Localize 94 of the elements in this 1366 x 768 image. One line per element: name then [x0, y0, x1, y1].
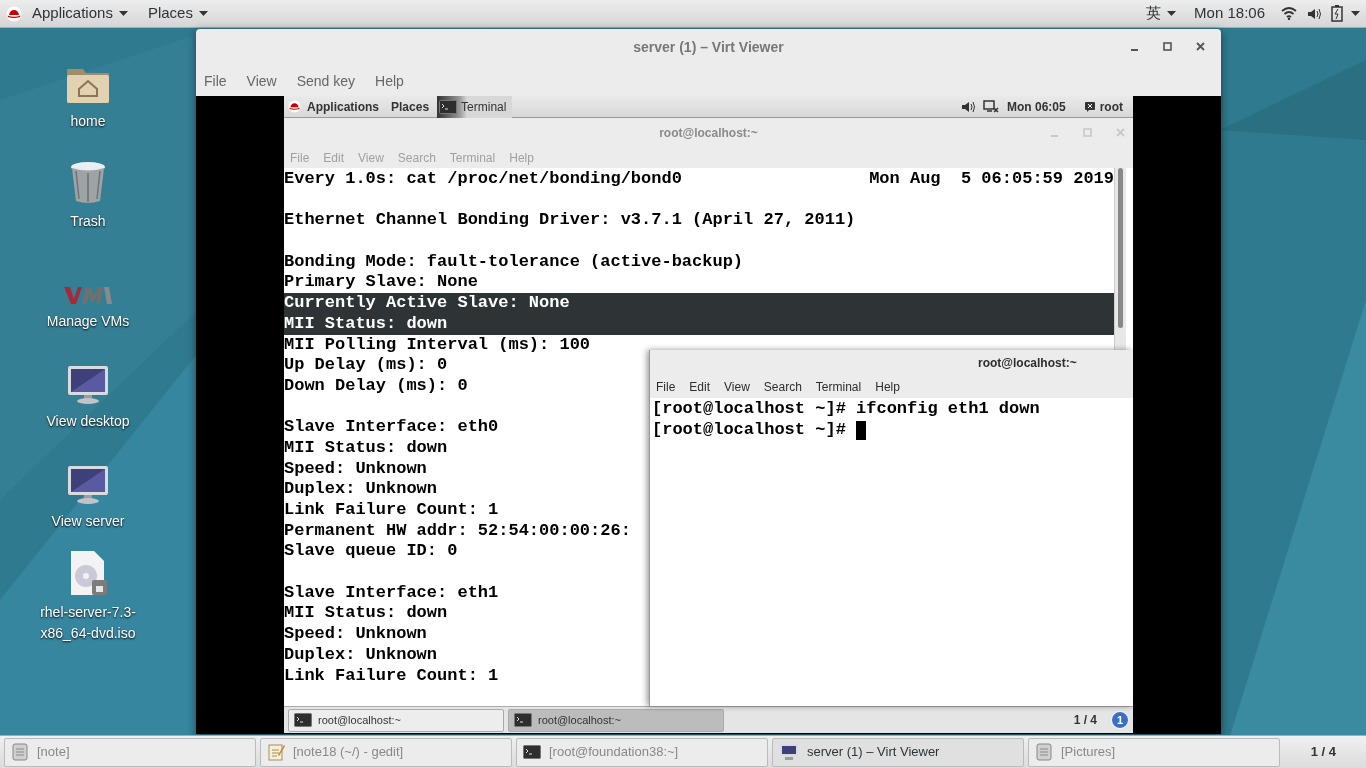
terminal-icon	[514, 713, 532, 727]
document-icon	[1035, 743, 1053, 761]
document-icon	[11, 743, 29, 761]
menu-item[interactable]: View	[724, 377, 750, 396]
caret-icon	[198, 10, 208, 17]
terminal-icon	[294, 713, 312, 727]
terminal-line: MII Status: down	[284, 603, 448, 625]
icon-label: Trash	[69, 212, 107, 231]
taskbar-button[interactable]: root@localhost:~	[288, 708, 504, 732]
notification-badge[interactable]: 1	[1111, 711, 1129, 729]
terminal-line: Down Delay (ms): 0	[284, 375, 468, 397]
icon-label: home	[69, 112, 107, 131]
hat-logo-icon	[288, 100, 301, 113]
top-menu[interactable]: Places	[391, 97, 430, 116]
menu-item[interactable]: Edit	[689, 377, 711, 396]
menu-item[interactable]: Search	[763, 377, 802, 396]
terminal-line: [root@localhost ~]# ifconfig eth1 down	[652, 399, 1040, 420]
close-icon[interactable]	[1196, 42, 1205, 51]
taskbar-button[interactable]: root@localhost:~	[508, 708, 724, 732]
terminal-line: Speed: Unknown	[284, 458, 427, 480]
menu-item[interactable]: View	[246, 70, 277, 92]
terminal-line: Duplex: Unknown	[284, 644, 438, 666]
icon-label: Manage VMs	[45, 312, 131, 331]
wifi-icon[interactable]	[1281, 7, 1297, 20]
desktop-icon[interactable]: View desktop	[28, 350, 148, 432]
taskbar-button[interactable]: [root@foundation38:~]	[516, 737, 768, 767]
terminal-line: Mon Aug 5 06:05:59 2019	[869, 169, 1114, 190]
volume-icon[interactable]	[961, 100, 975, 113]
terminal-line: Permanent HW addr: 52:54:00:00:26:	[284, 520, 631, 542]
scrollbar[interactable]	[1114, 168, 1126, 350]
user-icon[interactable]	[1083, 100, 1096, 113]
menu-item[interactable]: Help	[875, 377, 900, 396]
desktop-icon[interactable]: View server	[28, 450, 148, 532]
user-name[interactable]: root	[1099, 97, 1123, 116]
taskbar-button[interactable]: [note]	[4, 737, 256, 767]
monitor-icon	[779, 743, 799, 761]
window-title: root@localhost:~	[659, 124, 758, 142]
taskbar-button[interactable]: [Pictures]	[1028, 737, 1280, 767]
terminal-line: Ethernet Channel Bonding Driver: v3.7.1 (April 27, 2011)	[284, 210, 856, 232]
terminal-icon	[439, 99, 458, 114]
terminal-line: Slave Interface: eth0	[284, 417, 499, 438]
menu-item[interactable]: Send key	[296, 70, 356, 92]
battery-icon[interactable]	[1331, 5, 1343, 22]
desktop-icon[interactable]: rhel-server-7.3-x86_64-dvd.iso	[28, 550, 148, 644]
top-menu[interactable]: Applications	[307, 97, 379, 116]
terminal-line: Link Failure Count: 1	[284, 665, 499, 687]
hat-logo-icon	[6, 5, 22, 22]
top-menu[interactable]: Applications	[32, 2, 128, 25]
icon-label: View desktop	[45, 412, 131, 431]
terminal-line: Slave queue ID: 0	[284, 541, 458, 563]
clock[interactable]: Mon 06:05	[1007, 97, 1066, 116]
terminal-line: Duplex: Unknown	[284, 479, 438, 500]
terminal-line: MII Status: down	[284, 437, 448, 459]
caret-icon	[1351, 10, 1360, 17]
desktop-icon[interactable]: home	[28, 50, 148, 132]
icon-label: View server	[50, 512, 126, 531]
caret-icon	[118, 10, 128, 17]
window-title: server (1) – Virt Viewer	[633, 38, 784, 57]
icon-label: rhel-server-7.3-x86_64-dvd.iso	[39, 603, 137, 643]
menu-item[interactable]: Terminal	[815, 377, 862, 396]
menu-item[interactable]: File	[204, 70, 227, 92]
terminal-line: [root@localhost ~]#	[652, 419, 846, 441]
top-menu[interactable]: Places	[147, 2, 208, 25]
terminal-line: MII Polling Interval (ms): 100	[284, 334, 591, 356]
monitor-icon	[67, 365, 109, 405]
terminal-line: Every 1.0s: cat /proc/net/bonding/bond0	[284, 169, 682, 190]
maximize-icon[interactable]	[1163, 42, 1172, 51]
terminal-line: Up Delay (ms): 0	[284, 355, 448, 376]
workspace-indicator[interactable]: 1 / 4	[1310, 742, 1336, 762]
volume-icon[interactable]	[1307, 7, 1321, 20]
terminal-line: Bonding Mode: fault-tolerance (active-backup)	[284, 251, 744, 273]
caret-icon	[1167, 10, 1177, 17]
desktop-icon[interactable]: Trash	[28, 150, 148, 232]
terminal-line: Link Failure Count: 1	[284, 500, 499, 521]
taskbar-button[interactable]: [note18 (~/) - gedit]	[260, 737, 512, 767]
disc-image-file-icon	[68, 550, 108, 596]
taskbar-app-button[interactable]: Terminal	[437, 96, 513, 118]
menu-item[interactable]: Help	[375, 70, 404, 92]
taskbar-button[interactable]: server (1) – Virt Viewer	[772, 737, 1024, 767]
desktop-icon[interactable]: Manage VMs	[28, 250, 148, 332]
network-offline-icon[interactable]	[983, 100, 999, 113]
workspace-indicator[interactable]: 1 / 4	[1073, 711, 1097, 729]
menu-item[interactable]: File	[656, 377, 676, 396]
terminal-line: Speed: Unknown	[284, 624, 427, 645]
terminal-icon	[523, 745, 541, 759]
trash-icon	[68, 159, 108, 205]
input-method-menu[interactable]: 英	[1146, 2, 1177, 25]
terminal-line: Primary Slave: None	[284, 272, 478, 294]
vm-logo-icon	[64, 285, 112, 305]
window-title: root@localhost:~	[978, 354, 1077, 372]
text-editor-icon	[267, 743, 285, 761]
clock[interactable]: Mon 18:06	[1194, 2, 1265, 25]
monitor-icon	[67, 465, 109, 505]
terminal-line: Slave Interface: eth1	[284, 582, 499, 604]
